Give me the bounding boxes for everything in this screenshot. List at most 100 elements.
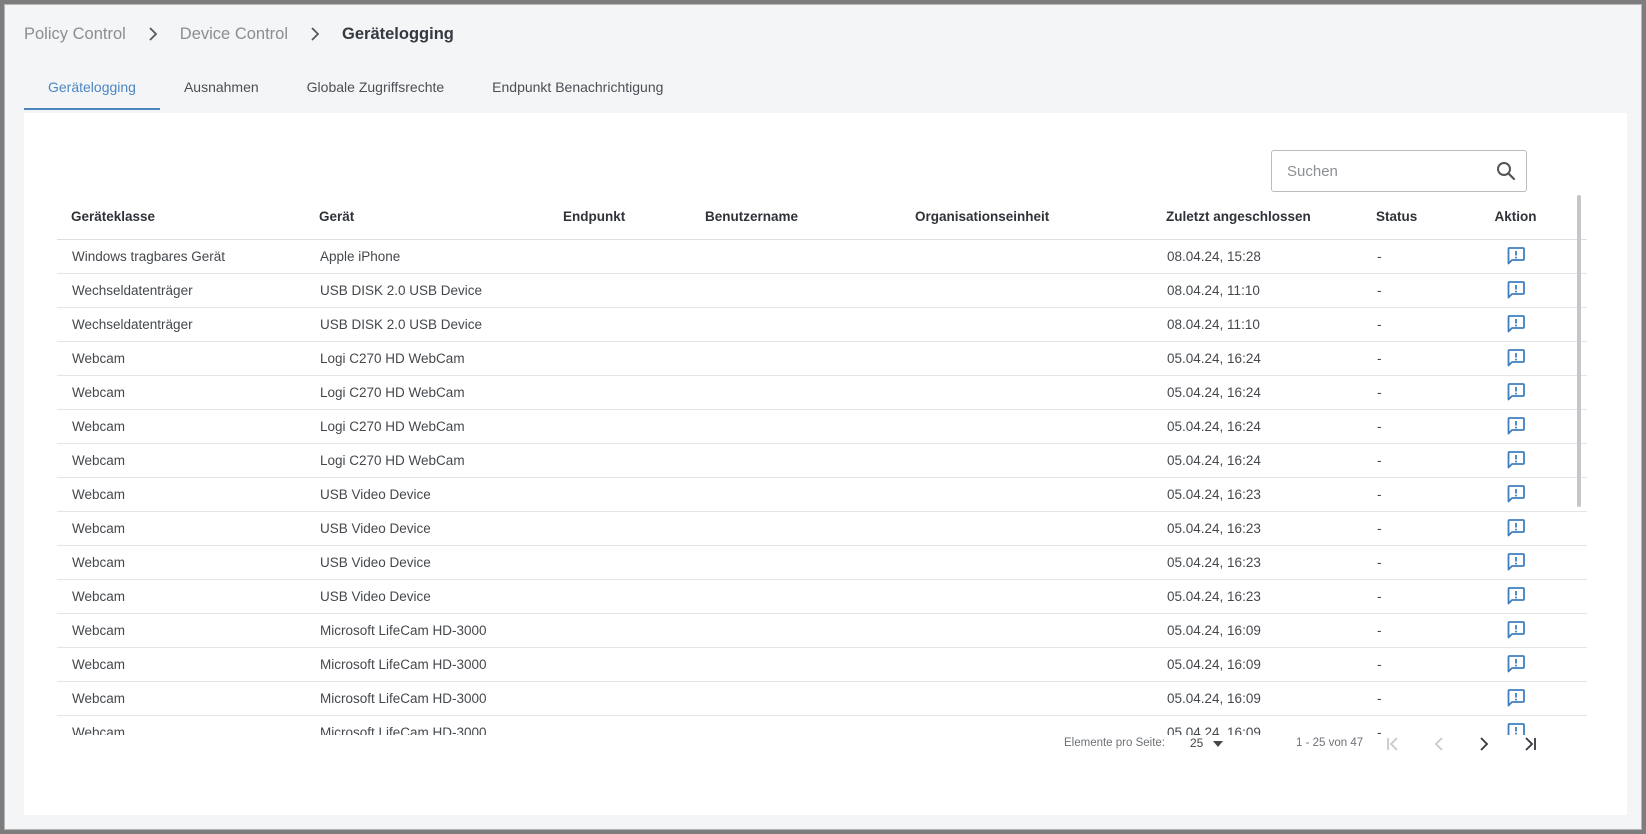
- cell-organisationseinheit: [901, 545, 1152, 580]
- cell-organisationseinheit: [901, 409, 1152, 444]
- breadcrumb-item-device-control[interactable]: Device Control: [180, 25, 288, 44]
- cell-geraet: USB Video Device: [305, 477, 549, 512]
- cell-geraeteklasse: Windows tragbares Gerät: [57, 239, 305, 274]
- page-size-select[interactable]: 25: [1190, 736, 1224, 750]
- cell-status: -: [1362, 239, 1444, 274]
- device-log-table-container[interactable]: Geräteklasse Gerät Endpunkt Benutzername…: [57, 195, 1609, 735]
- page-size-value: 25: [1190, 736, 1204, 750]
- cell-endpunkt: [549, 307, 691, 342]
- table-body: Windows tragbares Gerät Apple iPhone 08.04…: [57, 239, 1587, 735]
- feedback-icon[interactable]: [1505, 448, 1527, 470]
- feedback-icon[interactable]: [1505, 346, 1527, 368]
- column-header-organisationseinheit[interactable]: Organisationseinheit: [901, 195, 1152, 240]
- first-page-icon[interactable]: [1382, 733, 1404, 755]
- cell-status: -: [1362, 511, 1444, 546]
- feedback-icon[interactable]: [1505, 380, 1527, 402]
- cell-organisationseinheit: [901, 681, 1152, 716]
- table-row[interactable]: Wechseldatenträger USB DISK 2.0 USB Devic…: [57, 307, 1587, 342]
- column-header-status[interactable]: Status: [1362, 195, 1444, 240]
- cell-geraeteklasse: Webcam: [57, 545, 305, 580]
- table-row[interactable]: Webcam USB Video Device 05.04.24, 16:23-: [57, 477, 1587, 512]
- feedback-icon[interactable]: [1505, 244, 1527, 266]
- table-header-row: Geräteklasse Gerät Endpunkt Benutzername…: [57, 195, 1587, 240]
- column-header-geraeteklasse[interactable]: Geräteklasse: [57, 195, 305, 240]
- cell-benutzername: [691, 409, 901, 444]
- cell-geraet: Microsoft LifeCam HD-3000: [305, 613, 549, 648]
- breadcrumb-item-policy-control[interactable]: Policy Control: [24, 25, 126, 44]
- table-row[interactable]: Webcam USB Video Device 05.04.24, 16:23-: [57, 545, 1587, 580]
- cell-endpunkt: [549, 443, 691, 478]
- tab-geraetelogging[interactable]: Gerätelogging: [24, 65, 160, 110]
- cell-aktion: [1444, 307, 1587, 342]
- tab-ausnahmen[interactable]: Ausnahmen: [160, 65, 283, 110]
- column-header-geraet[interactable]: Gerät: [305, 195, 549, 240]
- feedback-icon[interactable]: [1505, 550, 1527, 572]
- cell-status: -: [1362, 613, 1444, 648]
- cell-status: -: [1362, 409, 1444, 444]
- feedback-icon[interactable]: [1505, 652, 1527, 674]
- cell-geraet: Logi C270 HD WebCam: [305, 375, 549, 410]
- table-row[interactable]: Webcam Microsoft LifeCam HD-3000 05.04.24,…: [57, 647, 1587, 682]
- tab-endpunkt-benachrichtigung[interactable]: Endpunkt Benachrichtigung: [468, 65, 687, 110]
- last-page-icon[interactable]: [1519, 733, 1541, 755]
- cell-zuletzt-angeschlossen: 08.04.24, 11:10: [1152, 273, 1362, 308]
- search-input[interactable]: [1272, 151, 1486, 191]
- cell-zuletzt-angeschlossen: 08.04.24, 11:10: [1152, 307, 1362, 342]
- table-row[interactable]: Windows tragbares Gerät Apple iPhone 08.04…: [57, 239, 1587, 274]
- cell-endpunkt: [549, 545, 691, 580]
- column-header-zuletzt-angeschlossen[interactable]: Zuletzt angeschlossen: [1152, 195, 1362, 240]
- cell-benutzername: [691, 443, 901, 478]
- items-per-page-label: Elemente pro Seite:: [1064, 737, 1166, 749]
- table-row[interactable]: Webcam Logi C270 HD WebCam 05.04.24, 16:24…: [57, 409, 1587, 444]
- table-row[interactable]: Webcam Logi C270 HD WebCam 05.04.24, 16:24…: [57, 375, 1587, 410]
- cell-benutzername: [691, 477, 901, 512]
- cell-endpunkt: [549, 409, 691, 444]
- cell-aktion: [1444, 443, 1587, 478]
- caret-down-icon: [1213, 736, 1224, 750]
- feedback-icon[interactable]: [1505, 516, 1527, 538]
- cell-zuletzt-angeschlossen: 05.04.24, 16:24: [1152, 409, 1362, 444]
- cell-benutzername: [691, 681, 901, 716]
- tab-globale-zugriffsrechte[interactable]: Globale Zugriffsrechte: [283, 65, 468, 110]
- cell-zuletzt-angeschlossen: 08.04.24, 15:28: [1152, 239, 1362, 274]
- table-row[interactable]: Webcam USB Video Device 05.04.24, 16:23-: [57, 579, 1587, 614]
- feedback-icon[interactable]: [1505, 312, 1527, 334]
- cell-geraet: USB Video Device: [305, 511, 549, 546]
- table-row[interactable]: Webcam Microsoft LifeCam HD-3000 05.04.24,…: [57, 681, 1587, 716]
- column-header-aktion: Aktion: [1444, 195, 1587, 240]
- feedback-icon[interactable]: [1505, 584, 1527, 606]
- next-page-icon[interactable]: [1473, 733, 1495, 755]
- cell-geraet: Microsoft LifeCam HD-3000: [305, 681, 549, 716]
- table-row[interactable]: Webcam USB Video Device 05.04.24, 16:23-: [57, 511, 1587, 546]
- search-icon[interactable]: [1486, 151, 1526, 191]
- cell-endpunkt: [549, 273, 691, 308]
- cell-geraet: USB Video Device: [305, 579, 549, 614]
- cell-endpunkt: [549, 613, 691, 648]
- table-row[interactable]: Webcam Microsoft LifeCam HD-3000 05.04.24,…: [57, 613, 1587, 648]
- cell-benutzername: [691, 307, 901, 342]
- cell-aktion: [1444, 545, 1587, 580]
- cell-zuletzt-angeschlossen: 05.04.24, 16:23: [1152, 477, 1362, 512]
- column-header-endpunkt[interactable]: Endpunkt: [549, 195, 691, 240]
- cell-geraeteklasse: Webcam: [57, 511, 305, 546]
- table-row[interactable]: Webcam Logi C270 HD WebCam 05.04.24, 16:24…: [57, 341, 1587, 376]
- feedback-icon[interactable]: [1505, 278, 1527, 300]
- feedback-icon[interactable]: [1505, 618, 1527, 640]
- feedback-icon[interactable]: [1505, 414, 1527, 436]
- cell-geraeteklasse: Wechseldatenträger: [57, 273, 305, 308]
- cell-zuletzt-angeschlossen: 05.04.24, 16:24: [1152, 443, 1362, 478]
- vertical-scrollbar[interactable]: [1577, 195, 1581, 507]
- cell-status: -: [1362, 375, 1444, 410]
- cell-organisationseinheit: [901, 647, 1152, 682]
- cell-benutzername: [691, 273, 901, 308]
- cell-organisationseinheit: [901, 613, 1152, 648]
- feedback-icon[interactable]: [1505, 482, 1527, 504]
- column-header-benutzername[interactable]: Benutzername: [691, 195, 901, 240]
- previous-page-icon[interactable]: [1428, 733, 1450, 755]
- cell-geraeteklasse: Webcam: [57, 579, 305, 614]
- table-row[interactable]: Wechseldatenträger USB DISK 2.0 USB Devic…: [57, 273, 1587, 308]
- feedback-icon[interactable]: [1505, 686, 1527, 708]
- cell-endpunkt: [549, 579, 691, 614]
- cell-aktion: [1444, 681, 1587, 716]
- table-row[interactable]: Webcam Logi C270 HD WebCam 05.04.24, 16:24…: [57, 443, 1587, 478]
